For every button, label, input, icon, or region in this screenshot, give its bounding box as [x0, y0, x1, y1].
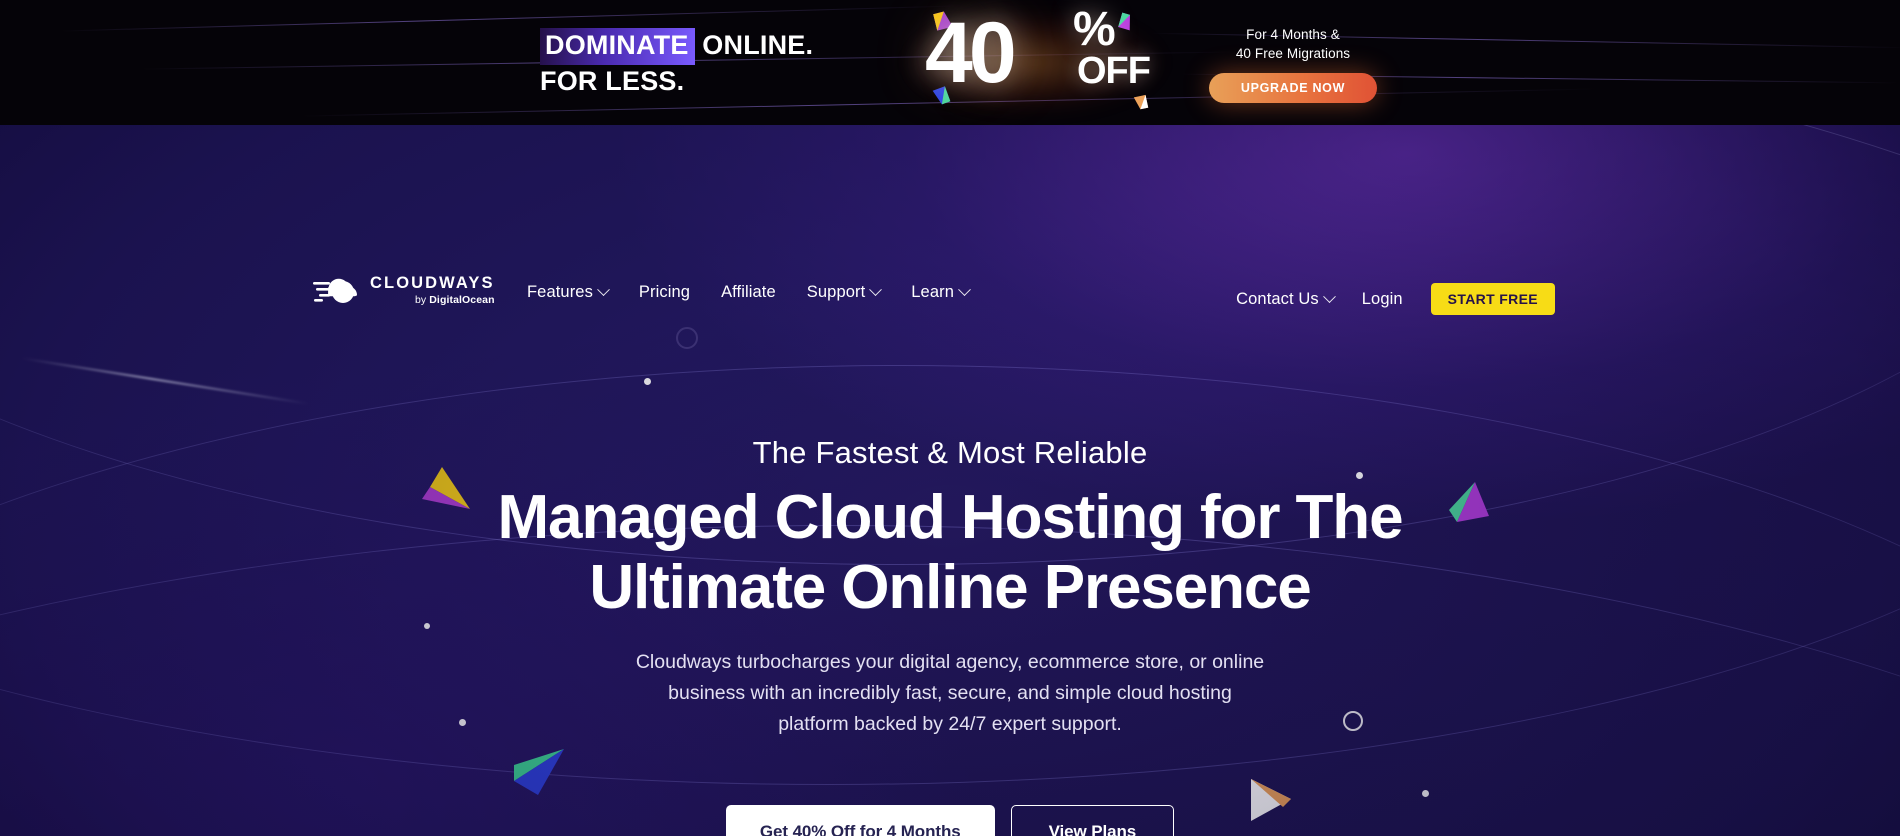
nav-label: Features — [527, 283, 593, 301]
chevron-down-icon — [1322, 289, 1336, 303]
promo-headline: DOMINATE ONLINE. FOR LESS. — [540, 28, 813, 98]
promo-highlight-word: DOMINATE — [540, 28, 695, 65]
promo-details: For 4 Months & 40 Free Migrations UPGRAD… — [1198, 26, 1388, 104]
discount-number: 40 — [925, 5, 1017, 101]
promo-detail-line-1: For 4 Months & — [1246, 27, 1340, 42]
hero-subcopy-line-3: platform backed by 24/7 expert support. — [778, 712, 1122, 735]
nav-label: Affiliate — [721, 283, 776, 301]
hero-headline-line-2: Ultimate Online Presence — [589, 553, 1311, 623]
hero-subcopy-line-2: business with an incredibly fast, secure… — [668, 681, 1232, 704]
promo-headline-rest: ONLINE. — [694, 30, 814, 60]
cloud-logo-icon — [313, 275, 361, 305]
discount-badge: 40 % OFF — [925, 2, 1175, 120]
promo-headline-line-2: FOR LESS. — [540, 65, 685, 96]
decorative-dot — [1422, 790, 1429, 797]
upgrade-now-button[interactable]: UPGRADE NOW — [1209, 73, 1377, 104]
primary-nav-links: Features Pricing Affiliate Support Learn — [527, 283, 971, 302]
main-navigation: CLOUDWAYS by DigitalOcean Features Prici… — [0, 125, 1900, 315]
logo-wordmark: CLOUDWAYS — [370, 274, 495, 292]
start-free-button[interactable]: START FREE — [1430, 283, 1555, 315]
nav-label: Pricing — [638, 283, 691, 301]
discount-off-label: OFF — [1077, 50, 1151, 92]
discount-percent-sign: % — [1073, 3, 1116, 56]
chevron-down-icon — [958, 283, 971, 297]
hero-subcopy-line-1: Cloudways turbocharges your digital agen… — [635, 651, 1265, 673]
promo-banner: DOMINATE ONLINE. FOR LESS. 40 % OFF For … — [0, 0, 1900, 125]
nav-item-affiliate[interactable]: Affiliate — [721, 283, 776, 302]
nav-item-login[interactable]: Login — [1362, 290, 1403, 309]
chevron-down-icon — [869, 283, 883, 297]
promo-detail-line-2: 40 Free Migrations — [1235, 45, 1351, 61]
logo-subtext: by DigitalOcean — [414, 293, 495, 306]
chevron-down-icon — [597, 283, 610, 297]
hero-section: CLOUDWAYS by DigitalOcean Features Prici… — [0, 125, 1900, 836]
view-plans-button[interactable]: View Plans — [1010, 805, 1175, 836]
hero-headline-line-1: Managed Cloud Hosting for The — [497, 483, 1404, 552]
hero-subcopy: Cloudways turbocharges your digital agen… — [0, 647, 1900, 739]
nav-item-features[interactable]: Features — [527, 283, 610, 302]
nav-item-learn[interactable]: Learn — [911, 283, 971, 302]
nav-label: Contact Us — [1236, 289, 1319, 308]
decorative-dot — [1356, 472, 1363, 479]
secondary-nav-links: Contact Us Login START FREE — [1236, 283, 1555, 315]
decorative-dot — [644, 378, 651, 385]
nav-label: Support — [806, 283, 866, 301]
nav-item-pricing[interactable]: Pricing — [639, 283, 690, 302]
hero-eyebrow: The Fastest & Most Reliable — [752, 435, 1148, 470]
decorative-dot — [424, 623, 430, 629]
light-streak — [21, 357, 309, 405]
hero-headline: Managed Cloud Hosting for The Ultimate O… — [0, 483, 1900, 623]
nav-label: Login — [1361, 289, 1403, 308]
nav-item-support[interactable]: Support — [806, 283, 883, 302]
cloudways-logo[interactable]: CLOUDWAYS by DigitalOcean — [313, 275, 495, 305]
get-offer-button[interactable]: Get 40% Off for 4 Months — [725, 805, 995, 836]
nav-label: Learn — [911, 283, 954, 301]
decorative-ring — [676, 327, 698, 349]
confetti-plane-green-blue — [514, 749, 564, 795]
hero-cta-row: Get 40% Off for 4 Months View Plans — [0, 805, 1900, 836]
nav-item-contact-us[interactable]: Contact Us — [1236, 289, 1336, 309]
promo-headline-line-1: DOMINATE ONLINE. — [540, 28, 813, 65]
